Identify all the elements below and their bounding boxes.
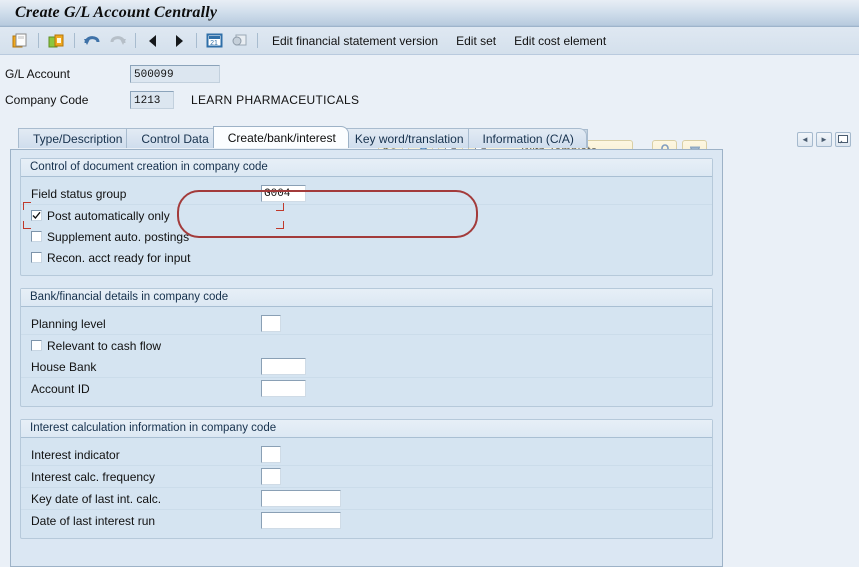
section-interest-calculation-information: Interest calculation information in comp… [20, 419, 713, 539]
undo-icon[interactable] [82, 31, 103, 51]
tab-type-description[interactable]: Type/Description [18, 128, 136, 148]
menu-edit-set[interactable]: Edit set [447, 31, 505, 51]
svg-text:21: 21 [210, 40, 218, 47]
window-title-bar: Create G/L Account Centrally [0, 0, 859, 27]
tab-key-word-translation[interactable]: Key word/translation [339, 128, 477, 148]
tab-create-bank-interest[interactable]: Create/bank/interest [212, 126, 349, 148]
lock-open-icon[interactable] [46, 31, 67, 51]
find-icon[interactable] [229, 31, 250, 51]
checkbox-supplement-auto-postings[interactable] [31, 231, 42, 242]
company-code-label: Company Code [5, 92, 89, 107]
date-last-interest-run-label: Date of last interest run [31, 513, 156, 528]
date-last-interest-run-input[interactable] [261, 512, 341, 529]
checkbox-relevant-to-cash-flow-label: Relevant to cash flow [47, 338, 162, 353]
checkbox-recon-acct-ready-for-input-label: Recon. acct ready for input [47, 250, 191, 265]
key-date-last-int-calc-row: Key date of last int. calc. [21, 488, 712, 510]
date-last-interest-run-row: Date of last interest run [21, 510, 712, 531]
house-bank-label: House Bank [31, 359, 97, 374]
company-name-text: LEARN PHARMACEUTICALS [191, 92, 360, 107]
planning-level-row: Planning level [21, 313, 712, 335]
tab-navigation: ◄ ► [797, 132, 851, 147]
planning-level-label: Planning level [31, 316, 106, 331]
tab-control-data[interactable]: Control Data [126, 128, 222, 148]
section-title: Bank/financial details in company code [21, 289, 712, 307]
company-code-input[interactable]: 1213 [130, 90, 174, 109]
tab-information-ca[interactable]: Information (C/A) [467, 128, 587, 148]
section-title: Interest calculation information in comp… [21, 420, 712, 438]
field-status-group-input[interactable]: G004 [261, 185, 306, 202]
tab-list-icon[interactable] [835, 132, 851, 147]
section-title: Control of document creation in company … [21, 159, 712, 177]
save-icon[interactable] [10, 31, 31, 51]
page-title: Create G/L Account Centrally [15, 4, 218, 21]
tab-next-icon[interactable]: ► [816, 132, 832, 147]
checkbox-post-automatically-only[interactable] [31, 210, 42, 221]
checkbox-supplement-auto-postings-label: Supplement auto. postings [47, 229, 190, 244]
account-id-input[interactable] [261, 380, 306, 397]
field-status-group-label: Field status group [31, 186, 127, 201]
gl-account-label: G/L Account [5, 66, 70, 81]
house-bank-row: House Bank [21, 356, 712, 378]
redo-icon[interactable] [107, 31, 128, 51]
toolbar-separator [135, 33, 136, 48]
previous-icon[interactable] [143, 31, 164, 51]
interest-calc-frequency-label: Interest calc. frequency [31, 469, 156, 484]
gl-account-input[interactable]: 500099 [130, 64, 220, 83]
section-bank-financial-details: Bank/financial details in company code P… [20, 288, 713, 407]
field-status-group-row: Field status group G004 [21, 183, 712, 211]
account-id-label: Account ID [31, 381, 90, 396]
checkbox-relevant-to-cash-flow-row[interactable]: Relevant to cash flow [21, 335, 712, 356]
menu-edit-cost-element[interactable]: Edit cost element [505, 31, 615, 51]
key-date-last-int-calc-input[interactable] [261, 490, 341, 507]
toolbar-separator [257, 33, 258, 48]
interest-indicator-label: Interest indicator [31, 447, 120, 462]
tab-strip: Type/Description Control Data Create/ban… [0, 126, 859, 148]
key-date-last-int-calc-label: Key date of last int. calc. [31, 491, 162, 506]
checkbox-recon-acct-ready-for-input[interactable] [31, 252, 42, 263]
check-mark-icon [32, 211, 41, 219]
gl-account-row: G/L Account 500099 [0, 63, 859, 84]
account-header-area: G/L Account 500099 Company Code 1213 LEA… [0, 55, 859, 162]
interest-calc-frequency-input[interactable] [261, 468, 281, 485]
checkbox-recon-acct-ready-for-input-row[interactable]: Recon. acct ready for input [21, 247, 712, 268]
toolbar-separator [74, 33, 75, 48]
toolbar-separator [38, 33, 39, 48]
menu-edit-financial-statement-version[interactable]: Edit financial statement version [263, 31, 447, 51]
company-code-row: Company Code 1213 LEARN PHARMACEUTICALS [0, 89, 859, 110]
checkbox-post-automatically-only-row[interactable]: Post automatically only [21, 202, 712, 229]
checkbox-post-automatically-only-label: Post automatically only [47, 208, 170, 223]
display-icon[interactable]: 21 [204, 31, 225, 51]
tab-content-panel: Control of document creation in company … [10, 149, 723, 567]
house-bank-input[interactable] [261, 358, 306, 375]
interest-indicator-input[interactable] [261, 446, 281, 463]
section-control-of-document-creation: Control of document creation in company … [20, 158, 713, 276]
tab-prev-icon[interactable]: ◄ [797, 132, 813, 147]
checkbox-supplement-auto-postings-row[interactable]: Supplement auto. postings [21, 226, 712, 247]
account-id-row: Account ID [21, 378, 712, 399]
interest-calc-frequency-row: Interest calc. frequency [21, 466, 712, 488]
checkbox-relevant-to-cash-flow[interactable] [31, 340, 42, 351]
planning-level-input[interactable] [261, 315, 281, 332]
main-toolbar: 21 Edit financial statement version Edit… [0, 27, 859, 55]
interest-indicator-row: Interest indicator [21, 444, 712, 466]
toolbar-separator [196, 33, 197, 48]
next-icon[interactable] [168, 31, 189, 51]
